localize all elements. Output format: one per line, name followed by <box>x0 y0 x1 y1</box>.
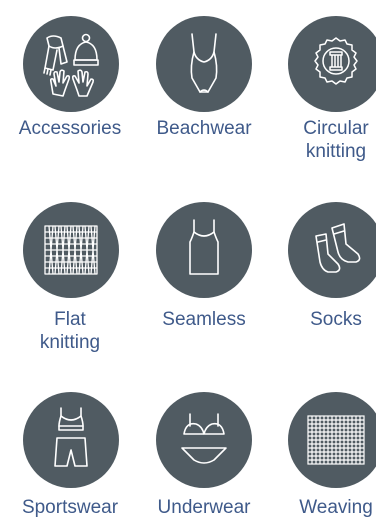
socks-icon <box>288 202 376 298</box>
category-beachwear[interactable]: Beachwear <box>134 0 274 180</box>
category-label: Socks <box>266 308 376 331</box>
category-sportswear[interactable]: Sportswear <box>0 380 140 518</box>
category-underwear[interactable]: Underwear <box>134 380 274 518</box>
category-seamless[interactable]: Seamless <box>134 190 274 370</box>
category-label: Sportswear <box>0 496 140 519</box>
category-weaving[interactable]: Weaving <box>266 380 376 518</box>
thread-spool-icon <box>288 16 376 112</box>
knit-fabric-icon <box>23 202 119 298</box>
category-flat-knitting[interactable]: Flat knitting <box>0 190 140 370</box>
category-label-line: knitting <box>305 141 367 162</box>
category-label: Weaving <box>266 496 376 518</box>
category-label-line: Flat <box>54 309 86 330</box>
category-label-line: Weaving <box>299 497 373 518</box>
category-label-line: Socks <box>310 309 362 330</box>
category-label-line: knitting <box>39 332 101 353</box>
category-circular-knitting[interactable]: Circular knitting <box>266 0 376 180</box>
category-label-line: Underwear <box>157 497 251 518</box>
category-label-line: Seamless <box>162 309 246 330</box>
category-label: Accessories <box>0 117 140 140</box>
scarf-hat-gloves-icon <box>23 16 119 112</box>
category-label: Circular knitting <box>266 117 376 163</box>
category-label-line: Accessories <box>18 118 122 139</box>
woven-fabric-icon <box>288 392 376 488</box>
category-label-line: Beachwear <box>156 118 252 139</box>
sports-bra-shorts-icon <box>23 392 119 488</box>
category-accessories[interactable]: Accessories <box>0 0 140 180</box>
tank-dress-icon <box>156 202 252 298</box>
swimsuit-icon <box>156 16 252 112</box>
category-label: Underwear <box>134 496 274 519</box>
bra-briefs-icon <box>156 392 252 488</box>
category-label-line: Circular <box>303 118 369 139</box>
category-label: Flat knitting <box>0 308 140 354</box>
category-socks[interactable]: Socks <box>266 190 376 370</box>
category-label: Beachwear <box>134 117 274 140</box>
category-label-line: Sportswear <box>21 497 119 518</box>
category-label: Seamless <box>134 308 274 331</box>
